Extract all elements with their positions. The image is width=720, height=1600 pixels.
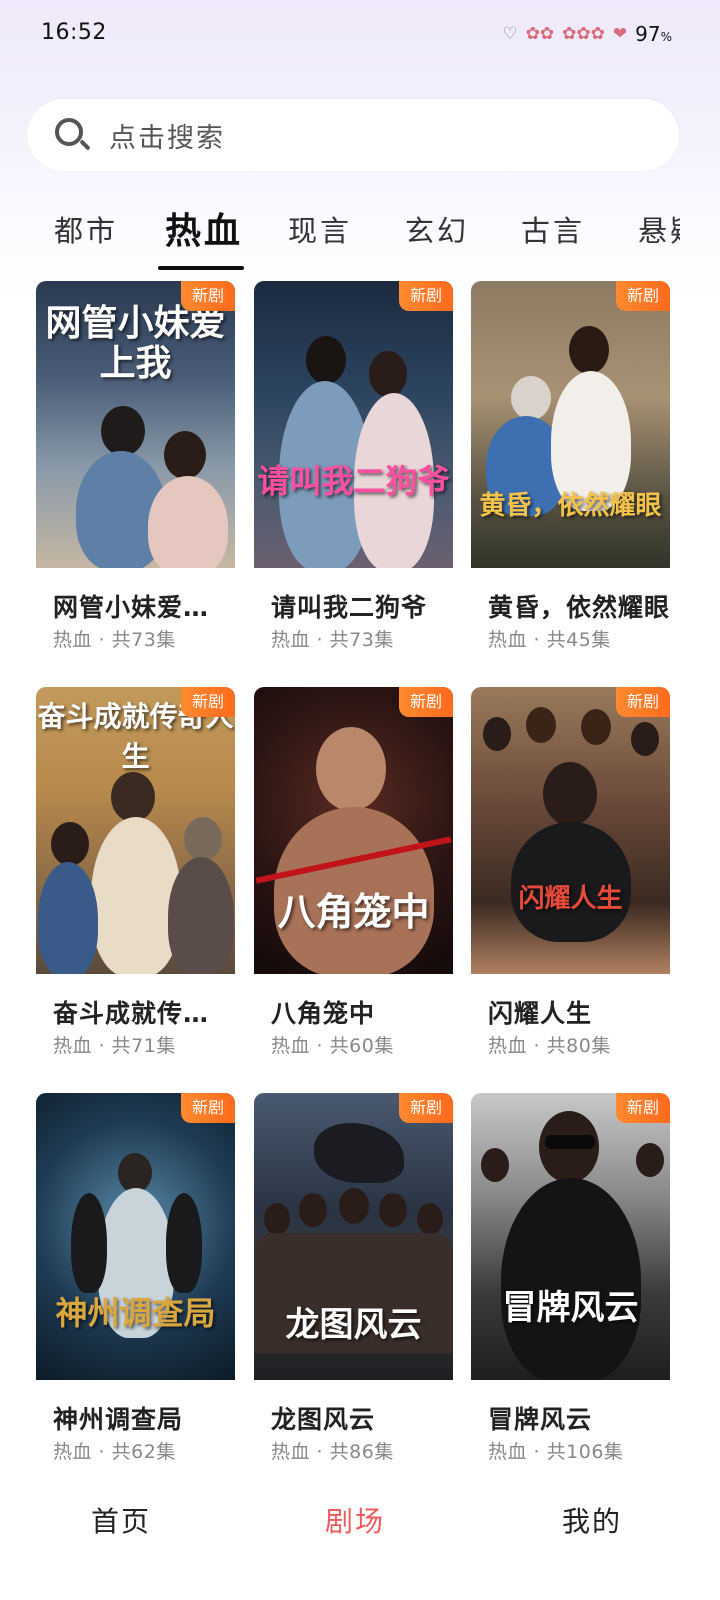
nav-theater[interactable]: 剧场 [325,1500,385,1540]
tab-xuanhuan[interactable]: 玄幻 [405,208,469,250]
nav-profile[interactable]: 我的 [562,1500,622,1540]
drama-meta: 热血 · 共80集 [488,1035,611,1057]
drama-card[interactable]: 黄昏，依然耀眼 新剧 黄昏，依然耀眼 热血 · 共45集 [471,281,670,651]
tab-guyan[interactable]: 古言 [521,208,585,250]
bottom-nav: 首页 剧场 我的 [0,1460,720,1600]
drama-card[interactable]: 神州调查局 新剧 神州调查局 热血 · 共62集 [36,1093,235,1463]
drama-card[interactable]: 网管小妹爱上我 新剧 网管小妹爱… 热血 · 共73集 [36,281,235,651]
new-badge: 新剧 [181,1093,235,1123]
drama-poster[interactable]: 冒牌风云 新剧 [471,1093,670,1380]
poster-title: 冒牌风云 [502,1288,639,1328]
nav-home[interactable]: 首页 [91,1500,151,1540]
new-badge: 新剧 [399,687,453,717]
tab-rexue[interactable]: 热血 [165,202,243,254]
drama-poster[interactable]: 奋斗成就传奇人生 新剧 [36,687,235,974]
notification-icon: ♡ [502,24,518,44]
drama-card[interactable]: 闪耀人生 新剧 闪耀人生 热血 · 共80集 [471,687,670,1057]
drama-poster[interactable]: 龙图风云 新剧 [254,1093,453,1380]
poster-title: 请叫我二狗爷 [257,462,450,500]
drama-card[interactable]: 八角笼中 新剧 八角笼中 热血 · 共60集 [254,687,453,1057]
new-badge: 新剧 [181,281,235,311]
drama-title: 龙图风云 [271,1405,376,1434]
drama-meta: 热血 · 共73集 [271,629,394,651]
heart-icon: ❤ [612,24,628,44]
drama-card[interactable]: 奋斗成就传奇人生 新剧 奋斗成就传… 热血 · 共71集 [36,687,235,1057]
drama-title: 八角笼中 [271,999,376,1028]
drama-title: 奋斗成就传… [53,999,210,1028]
search-icon [53,116,91,154]
poster-title: 黄昏，依然耀眼 [479,491,662,521]
drama-card[interactable]: 请叫我二狗爷 新剧 请叫我二狗爷 热血 · 共73集 [254,281,453,651]
active-tab-indicator [158,266,244,270]
drama-poster[interactable]: 神州调查局 新剧 [36,1093,235,1380]
new-badge: 新剧 [616,281,670,311]
status-time: 16:52 [41,20,107,45]
drama-title: 黄昏，依然耀眼 [488,593,671,622]
drama-title: 网管小妹爱… [53,593,210,622]
poster-title: 龙图风云 [285,1305,422,1345]
drama-meta: 热血 · 共45集 [488,629,611,651]
drama-poster[interactable]: 网管小妹爱上我 新剧 [36,281,235,568]
new-badge: 新剧 [399,1093,453,1123]
status-bar: 16:52 ♡ ✿✿ ✿✿✿ ❤ 97% [0,0,720,70]
poster-title: 网管小妹爱上我 [45,302,226,384]
new-badge: 新剧 [616,1093,670,1123]
drama-meta: 热血 · 共60集 [271,1035,394,1057]
drama-card[interactable]: 冒牌风云 新剧 冒牌风云 热血 · 共106集 [471,1093,670,1463]
search-placeholder: 点击搜索 [109,122,225,154]
category-tabs: 都市 热血 现言 玄幻 古言 悬疑 [0,190,680,272]
drama-title: 冒牌风云 [488,1405,593,1434]
tab-xuanyi[interactable]: 悬疑 [638,208,680,250]
battery-indicator: 97% [635,22,672,46]
new-badge: 新剧 [399,281,453,311]
drama-poster[interactable]: 闪耀人生 新剧 [471,687,670,974]
tab-dushi[interactable]: 都市 [54,208,118,250]
search-input[interactable]: 点击搜索 [27,99,679,171]
drama-card[interactable]: 龙图风云 新剧 龙图风云 热血 · 共86集 [254,1093,453,1463]
drama-meta: 热血 · 共73集 [53,629,176,651]
new-badge: 新剧 [181,687,235,717]
drama-poster[interactable]: 黄昏，依然耀眼 新剧 [471,281,670,568]
poster-title: 八角笼中 [277,889,430,934]
drama-title: 请叫我二狗爷 [271,593,428,622]
tab-xianyan[interactable]: 现言 [288,208,352,250]
new-badge: 新剧 [616,687,670,717]
poster-title: 神州调查局 [55,1294,216,1332]
drama-poster[interactable]: 八角笼中 新剧 [254,687,453,974]
drama-title: 闪耀人生 [488,999,593,1028]
app-notification-icon: ✿✿ [525,24,555,44]
poster-title: 闪耀人生 [518,884,623,914]
drama-poster[interactable]: 请叫我二狗爷 新剧 [254,281,453,568]
status-icons: ♡ ✿✿ ✿✿✿ ❤ 97% [502,20,672,48]
app-notification-icon: ✿✿✿ [562,24,605,44]
drama-title: 神州调查局 [53,1405,184,1434]
drama-meta: 热血 · 共71集 [53,1035,176,1057]
